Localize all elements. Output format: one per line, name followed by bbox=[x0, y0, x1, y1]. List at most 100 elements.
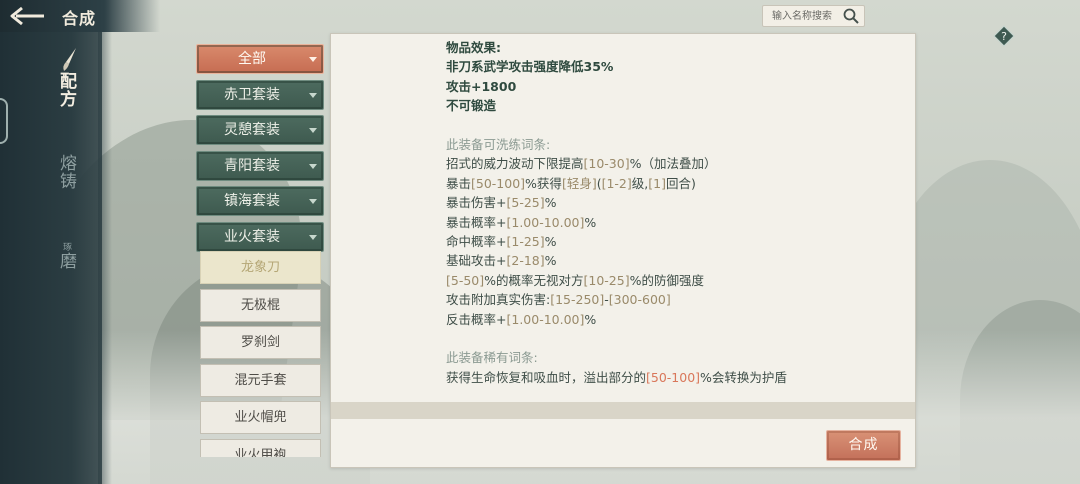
refine-line: 攻击附加真实伤害:[15-250]-[300-600] bbox=[446, 290, 906, 309]
item-luochajian[interactable]: 罗刹剑 bbox=[200, 326, 321, 359]
item-list[interactable]: 龙象刀 无极棍 罗刹剑 混元手套 业火帽兜 业火甲袍 bbox=[200, 251, 321, 457]
back-button[interactable] bbox=[4, 2, 50, 30]
refine-line: 暴击概率+[1.00-10.00]% bbox=[446, 213, 906, 232]
chevron-down-icon bbox=[309, 163, 317, 169]
refine-line: 招式的威力波动下限提高[10-30]%（加法叠加） bbox=[446, 154, 906, 173]
category-yehuo[interactable]: 业火套装 bbox=[196, 221, 324, 252]
effect-line: 不可锻造 bbox=[446, 98, 497, 114]
refine-segment: 级, bbox=[631, 175, 649, 191]
back-arrow-icon bbox=[10, 6, 44, 26]
category-label: 全部 bbox=[238, 51, 266, 67]
refine-segment: 暴击 bbox=[446, 175, 472, 191]
item-hunyuan-gloves[interactable]: 混元手套 bbox=[200, 363, 321, 397]
refine-segment: 反击概率+ bbox=[446, 311, 507, 327]
category-qingyang[interactable]: 青阳套装 bbox=[196, 150, 324, 181]
refine-segment: 暴击概率+ bbox=[446, 214, 507, 230]
category-zhenhai[interactable]: 镇海套装 bbox=[196, 186, 324, 216]
category-label: 青阳套装 bbox=[224, 157, 280, 174]
refine-segment: 暴击伤害+ bbox=[446, 195, 507, 211]
category-label: 赤卫套装 bbox=[224, 86, 280, 103]
rare-title: 此装备稀有词条: bbox=[446, 350, 538, 366]
refine-line: 命中概率+[1-25]% bbox=[446, 232, 906, 251]
refine-segment: [10-30] bbox=[583, 156, 630, 172]
refine-segment: %获得 bbox=[525, 175, 562, 191]
panel-divider bbox=[331, 402, 915, 419]
refine-lines: 招式的威力波动下限提高[10-30]%（加法叠加） 暴击[50-100]%获得[轻… bbox=[446, 154, 906, 329]
effect-line: 攻击+1800 bbox=[446, 78, 517, 94]
effect-line: 非刀系武学攻击强度降低35% bbox=[446, 59, 614, 75]
item-wujigun[interactable]: 无极棍 bbox=[200, 288, 321, 322]
item-detail-panel: 物品效果: 非刀系武学攻击强度降低35% 攻击+1800 不可锻造 此装备可洗练… bbox=[330, 33, 916, 468]
tab-zhuomo-small: 琢 bbox=[61, 242, 71, 252]
refine-segment: % bbox=[584, 214, 597, 230]
refine-segment: % bbox=[544, 195, 557, 211]
refine-segment: %的防御强度 bbox=[629, 272, 704, 288]
refine-segment: [1] bbox=[648, 175, 666, 191]
item-yehuo-hood[interactable]: 业火帽兜 bbox=[200, 401, 321, 434]
item-longxiangdao[interactable]: 龙象刀 bbox=[200, 251, 321, 284]
drawer-handle[interactable] bbox=[0, 98, 8, 144]
search-box[interactable] bbox=[762, 5, 865, 27]
tab-peifang[interactable]: 配方 bbox=[50, 72, 76, 108]
tab-zhuomo[interactable]: 琢磨 bbox=[50, 242, 76, 270]
brush-icon bbox=[63, 48, 76, 71]
left-nav: 配方 熔铸 琢磨 bbox=[0, 0, 112, 484]
refine-line: 反击概率+[1.00-10.00]% bbox=[446, 310, 906, 329]
refine-segment: %（加法叠加） bbox=[629, 156, 717, 172]
rare-line-post: %会转换为护盾 bbox=[700, 369, 787, 385]
svg-text:?: ? bbox=[1001, 30, 1007, 43]
chevron-down-icon bbox=[309, 57, 317, 62]
chevron-down-icon bbox=[309, 199, 317, 204]
refine-segment: [1.00-10.00] bbox=[506, 214, 585, 230]
help-icon: ? bbox=[993, 25, 1015, 47]
refine-segment: [2-18] bbox=[506, 253, 545, 269]
refine-segment: % bbox=[584, 311, 597, 327]
nav-edge-fade bbox=[98, 0, 112, 484]
refine-segment: % bbox=[544, 234, 557, 250]
category-label: 灵憩套装 bbox=[224, 122, 280, 138]
craft-button[interactable]: 合成 bbox=[826, 430, 901, 461]
tab-rongzhu[interactable]: 熔铸 bbox=[50, 154, 76, 190]
tab-zhuomo-label: 磨 bbox=[56, 252, 76, 270]
refine-segment: [50-100] bbox=[471, 175, 526, 191]
category-all[interactable]: 全部 bbox=[196, 44, 324, 74]
refine-segment: [1-25] bbox=[506, 234, 545, 250]
refine-segment: [15-250] bbox=[550, 292, 605, 308]
refine-segment: [5-25] bbox=[506, 195, 545, 211]
refine-segment: 命中概率+ bbox=[446, 234, 507, 250]
help-button[interactable]: ? bbox=[993, 25, 1015, 47]
rare-line: 获得生命恢复和吸血时，溢出部分的[50-100]%会转换为护盾 bbox=[446, 368, 906, 387]
chevron-down-icon bbox=[309, 234, 317, 240]
item-yehuo-robe[interactable]: 业火甲袍 bbox=[200, 438, 321, 457]
search-input[interactable] bbox=[763, 6, 841, 26]
category-list: 全部 赤卫套装 灵憩套装 青阳套装 镇海套装 业火套装 bbox=[196, 44, 324, 257]
chevron-down-icon bbox=[309, 92, 317, 98]
effect-title: 物品效果: bbox=[446, 40, 501, 55]
rare-line-highlight: [50-100] bbox=[646, 369, 701, 385]
category-label: 业火套装 bbox=[224, 228, 280, 245]
refine-segment: [10-25] bbox=[583, 272, 630, 288]
page-title: 合成 bbox=[62, 9, 97, 28]
refine-segment: 回合) bbox=[665, 175, 696, 191]
refine-segment: %的概率无视对方 bbox=[484, 272, 584, 288]
refine-line: 暴击伤害+[5-25]% bbox=[446, 193, 906, 212]
item-detail-text: 物品效果: 非刀系武学攻击强度降低35% 攻击+1800 不可锻造 此装备可洗练… bbox=[446, 38, 906, 387]
refine-segment: % bbox=[544, 253, 557, 269]
category-label: 镇海套装 bbox=[224, 193, 280, 209]
refine-segment: [1.00-10.00] bbox=[506, 311, 585, 327]
refine-segment: 攻击附加真实伤害: bbox=[446, 292, 551, 308]
category-lingqi[interactable]: 灵憩套装 bbox=[196, 115, 324, 145]
chevron-down-icon bbox=[309, 128, 317, 133]
header-bar: 合成 bbox=[0, 0, 160, 32]
rare-line-pre: 获得生命恢复和吸血时，溢出部分的 bbox=[446, 369, 647, 385]
refine-segment: [5-50] bbox=[446, 272, 485, 288]
refine-title: 此装备可洗练词条: bbox=[446, 137, 551, 153]
search-icon[interactable] bbox=[841, 6, 861, 26]
category-chiwei[interactable]: 赤卫套装 bbox=[196, 79, 324, 110]
refine-segment: 招式的威力波动下限提高 bbox=[446, 156, 584, 172]
refine-line: [5-50]%的概率无视对方[10-25]%的防御强度 bbox=[446, 271, 906, 290]
refine-line: 暴击[50-100]%获得[轻身]([1-2]级,[1]回合) bbox=[446, 174, 906, 193]
refine-segment: 基础攻击+ bbox=[446, 253, 507, 269]
